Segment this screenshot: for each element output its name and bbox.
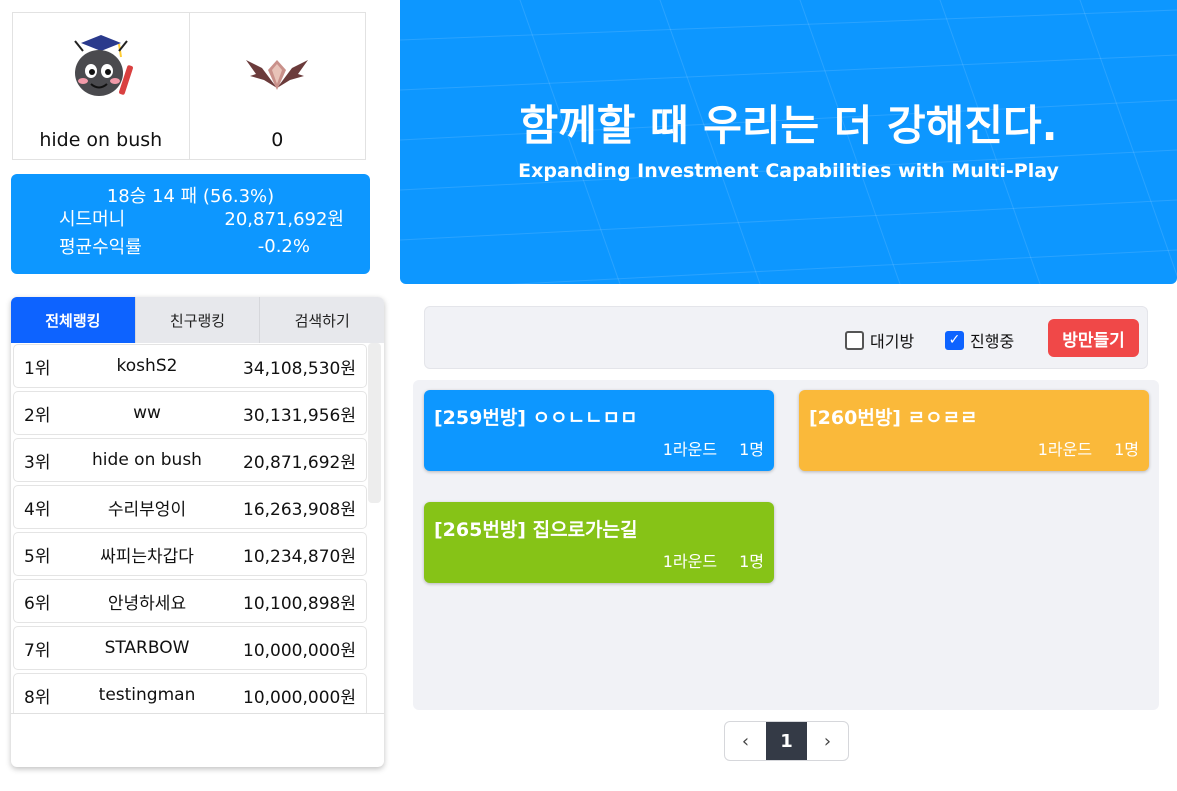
ranking-row[interactable]: 6위 안녕하세요 10,100,898원 [13,579,367,623]
rank-position: 3위 [24,452,51,473]
ranking-row[interactable]: 2위 ww 30,131,956원 [13,391,367,435]
ranking-row[interactable]: 5위 싸피는차갑다 10,234,870원 [13,532,367,576]
rank-position: 4위 [24,499,51,520]
rank-name: hide on bush [92,450,202,470]
rank-amount: 34,108,530원 [243,358,356,379]
page-number-current[interactable]: 1 [766,722,807,760]
ranking-tabs: 전체랭킹 친구랭킹 검색하기 [11,297,384,343]
rank-name: STARBOW [104,638,190,658]
rank-name: 수리부엉이 [107,499,187,520]
rank-amount: 10,234,870원 [243,546,356,567]
rank-name: testingman [98,685,196,705]
tab-all-ranking[interactable]: 전체랭킹 [11,297,136,343]
create-room-button[interactable]: 방만들기 [1048,319,1139,357]
prev-page-button[interactable]: ‹ [725,722,766,760]
profile-user-cell[interactable]: hide on bush [13,13,189,159]
pagination: ‹ 1 › [724,721,849,761]
room-title: [259번방] ㅇㅇㄴㄴㅁㅁ [434,407,638,429]
room-card[interactable]: [259번방] ㅇㅇㄴㄴㅁㅁ 1라운드 1명 [424,390,774,471]
banner-subtitle: Expanding Investment Capabilities with M… [518,160,1059,182]
waiting-room-checkbox[interactable]: 대기방 [845,328,914,352]
ranking-row[interactable]: 7위 STARBOW 10,000,000원 [13,626,367,670]
room-card[interactable]: [260번방] ㄹㅇㄹㄹ 1라운드 1명 [799,390,1149,471]
rank-position: 5위 [24,546,51,567]
profile-username: hide on bush [39,129,163,151]
seed-money-value: 20,871,692원 [224,209,344,230]
seed-money-label: 시드머니 [59,209,126,230]
rank-name: ww [133,403,161,423]
win-loss-record: 18승 14 패 (56.3%) [106,186,275,207]
bat-wing-emblem-icon [246,60,309,90]
rank-position: 1위 [24,358,51,379]
room-round: 1라운드 [1037,440,1093,459]
room-card[interactable]: [265번방] 집으로가는길 1라운드 1명 [424,502,774,583]
waiting-room-label: 대기방 [870,332,915,351]
ranking-row[interactable]: 1위 koshS2 34,108,530원 [13,344,367,388]
playing-room-label: 진행중 [970,332,1015,351]
rank-amount: 30,131,956원 [243,405,356,426]
ranking-list[interactable]: 1위 koshS2 34,108,530원 2위 ww 30,131,956원 … [11,343,384,713]
avg-return-row: 평균수익률 -0.2% [11,232,370,260]
room-title: [260번방] ㄹㅇㄹㄹ [809,407,978,429]
ranking-row[interactable]: 8위 testingman 10,000,000원 [13,673,367,713]
rank-name: 싸피는차갑다 [100,546,194,567]
ranking-scrollbar[interactable] [368,343,381,503]
profile-card: hide on bush 0 [12,12,366,160]
rank-name: 안녕하세요 [107,593,187,614]
ant-graduate-icon [73,35,133,96]
rank-amount: 16,263,908원 [243,499,356,520]
room-people: 1명 [739,440,764,459]
room-people: 1명 [1114,440,1139,459]
room-round: 1라운드 [662,440,718,459]
ranking-row[interactable]: 4위 수리부엉이 16,263,908원 [13,485,367,529]
room-filter-bar: 대기방 ✓ 진행중 방만들기 [424,306,1148,369]
room-title: [265번방] 집으로가는길 [434,519,638,541]
rank-position: 6위 [24,593,51,614]
hero-banner: 함께할 때 우리는 더 강해진다. Expanding Investment C… [400,0,1177,284]
ranking-row[interactable]: 3위 hide on bush 20,871,692원 [13,438,367,482]
next-page-button[interactable]: › [807,722,848,760]
ranking-footer [11,713,384,714]
rank-amount: 20,871,692원 [243,452,356,473]
avg-return-label: 평균수익률 [59,237,142,258]
room-list: [259번방] ㅇㅇㄴㄴㅁㅁ 1라운드 1명 [260번방] ㄹㅇㄹㄹ 1라운드 1… [413,380,1159,710]
rank-position: 8위 [24,687,51,708]
stats-panel: 18승 14 패 (56.3%) 시드머니 20,871,692원 평균수익률 … [11,174,370,274]
banner-title: 함께할 때 우리는 더 강해진다. [519,101,1058,150]
rank-position: 2위 [24,405,51,426]
room-round: 1라운드 [662,552,718,571]
rank-amount: 10,100,898원 [243,593,356,614]
rank-position: 7위 [24,640,51,661]
room-meta: 1라운드 1명 [1038,436,1139,460]
checkbox-box[interactable] [845,330,864,350]
room-meta: 1라운드 1명 [663,548,764,572]
playing-room-checkbox[interactable]: ✓ 진행중 [945,328,1014,352]
rank-amount: 10,000,000원 [243,640,356,661]
room-people: 1명 [739,552,764,571]
tab-friend-ranking[interactable]: 친구랭킹 [136,297,261,343]
rank-amount: 10,000,000원 [243,687,356,708]
seed-money-row: 시드머니 20,871,692원 [11,204,370,232]
avg-return-value: -0.2% [257,235,310,257]
ranking-panel: 전체랭킹 친구랭킹 검색하기 1위 koshS2 34,108,530원 2위 … [11,297,384,767]
profile-tier-value: 0 [271,129,284,151]
room-meta: 1라운드 1명 [663,436,764,460]
checkmark-icon[interactable]: ✓ [945,330,964,350]
profile-tier-cell: 0 [188,13,366,159]
rank-name: koshS2 [116,356,178,376]
tab-search[interactable]: 검색하기 [260,297,384,343]
